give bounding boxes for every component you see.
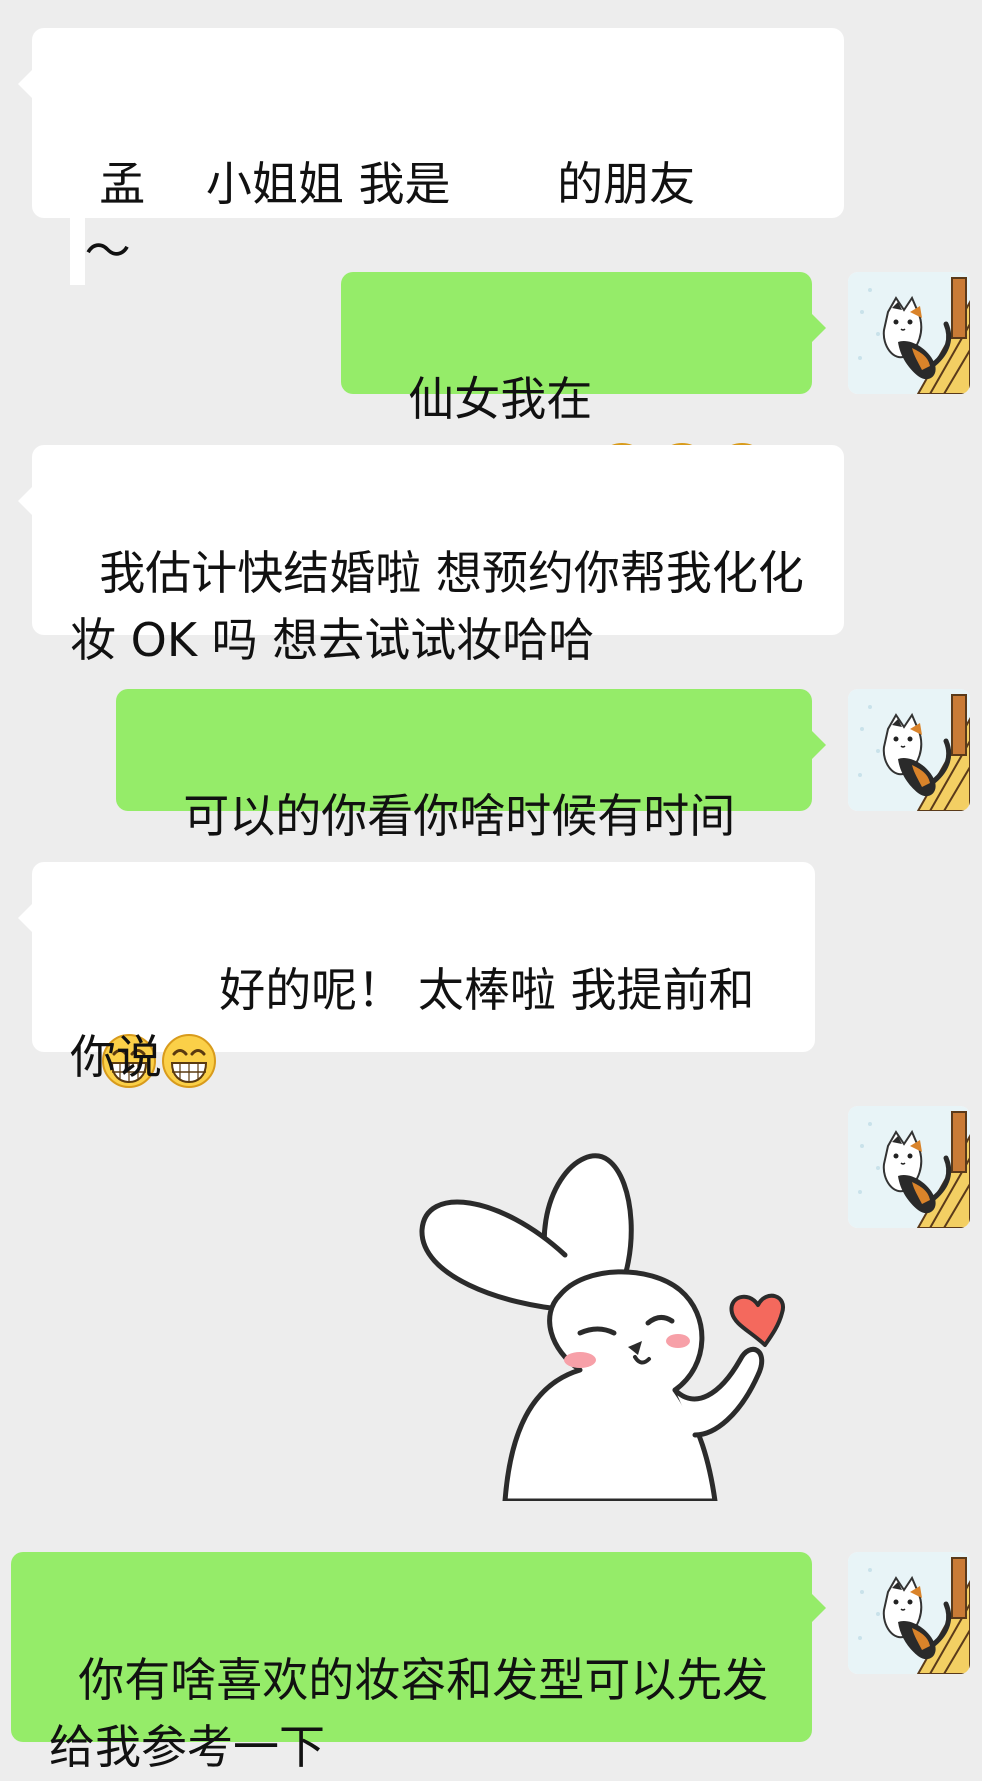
cat-at-window-avatar-art — [848, 689, 970, 811]
avatar[interactable] — [848, 1552, 970, 1674]
message-bubble-outgoing[interactable]: 仙女我在 — [341, 272, 826, 497]
message-text: ～ — [84, 224, 131, 278]
emoji-row — [99, 963, 219, 1088]
message-bubble-outgoing[interactable]: 你有啥喜欢的妆容和发型可以先发给我参考一下 — [11, 1552, 826, 1774]
cat-at-window-avatar-art — [848, 272, 970, 394]
message-bubble-incoming[interactable]: 好的呢！ 太棒啦 我提前和你说 — [18, 862, 815, 1088]
redacted-text: ·孟 — [145, 151, 206, 218]
message-bubble-incoming[interactable]: 孟·孟小姐姐 我是·名字的朋友 ·～ — [18, 28, 844, 285]
grinning-face-emoji — [160, 965, 218, 1088]
grinning-face-emoji — [100, 965, 158, 1088]
cat-at-window-avatar-art — [848, 1106, 970, 1228]
bunny-illustration — [419, 1153, 785, 1504]
message-text: 孟 — [99, 157, 146, 211]
thinking-face-emoji — [713, 374, 771, 497]
message-text: 你有啥喜欢的妆容和发型可以先发给我参考一下 — [49, 1653, 769, 1774]
message-bubble-outgoing[interactable]: 可以的你看你啥时候有时间 — [116, 689, 826, 843]
thinking-face-emoji — [653, 374, 711, 497]
redacted-text: ·名字 — [450, 151, 558, 218]
avatar[interactable] — [848, 689, 970, 811]
message-text: 的朋友 — [557, 157, 696, 211]
message-text: 可以的你看你啥时候有时间 — [183, 789, 736, 843]
cat-at-window-avatar-art — [848, 1552, 970, 1674]
avatar[interactable] — [848, 1106, 970, 1228]
emoji-row — [592, 372, 772, 497]
thinking-face-emoji — [593, 374, 651, 497]
message-text: 我估计快结婚啦 想预约你帮我化化妆 OK 吗 想去试试妆哈哈 — [70, 546, 804, 667]
message-bubble-incoming[interactable]: 我估计快结婚啦 想预约你帮我化化妆 OK 吗 想去试试妆哈哈 — [18, 445, 844, 667]
avatar[interactable] — [848, 272, 970, 394]
bunny-heart-sticker[interactable] — [410, 1135, 810, 1504]
redacted-text: · — [70, 218, 85, 285]
message-text: 仙女我在 — [408, 372, 593, 426]
message-text: 小姐姐 我是 — [205, 157, 451, 211]
